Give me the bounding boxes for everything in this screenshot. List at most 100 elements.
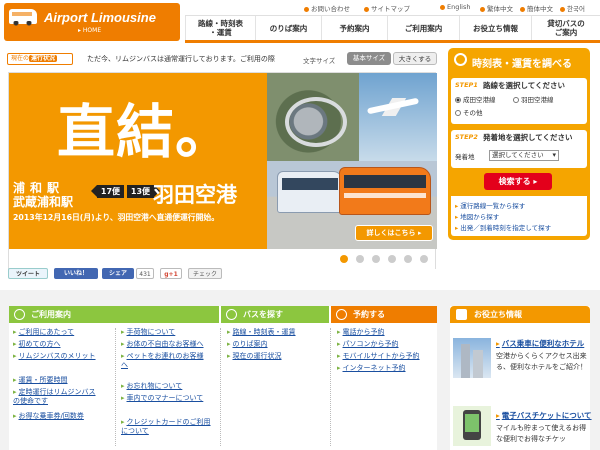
- e-ticket-link[interactable]: 電子バスチケットについて: [496, 410, 592, 421]
- status-prefix: 現在の: [11, 55, 30, 62]
- guide-item[interactable]: ペットをお連れのお客様 へ: [121, 352, 204, 370]
- reserve-item[interactable]: モバイルサイトから予約: [337, 352, 420, 361]
- font-size-basic-button[interactable]: 基本サイズ: [347, 52, 391, 65]
- useful-info-header: お役立ち情報: [450, 306, 590, 323]
- info-icon: [456, 309, 467, 320]
- reserve-item[interactable]: 電話から予約: [337, 328, 385, 337]
- guide-item[interactable]: クレジットカードのご利用 について: [121, 418, 211, 436]
- lang-ko-label: 한국어: [567, 5, 585, 13]
- column-divider: [330, 328, 331, 446]
- tweet-button[interactable]: ツイート: [8, 268, 48, 279]
- trip-count-2: 13便: [127, 185, 160, 198]
- radio-narita[interactable]: 成田空港線: [455, 94, 496, 104]
- column-divider: [220, 328, 221, 446]
- hero-date-note: 2013年12月16日(月)より、羽田空港へ直通便運行開始。: [13, 213, 219, 222]
- nav-useful-info[interactable]: お役立ち情報: [459, 16, 531, 40]
- facebook-share-button[interactable]: シェア: [102, 268, 134, 279]
- radio-haneda[interactable]: 羽田空港線: [513, 94, 554, 104]
- reserve-title: 予約する: [353, 310, 385, 319]
- link-map-search[interactable]: 地図から探す: [455, 211, 499, 221]
- guide-item[interactable]: 運賃・所要時間: [13, 376, 68, 385]
- slide-dot-2[interactable]: [356, 255, 364, 263]
- facebook-like-button[interactable]: いいね！: [54, 268, 98, 279]
- radio-other[interactable]: その他: [455, 107, 483, 117]
- link-time-search[interactable]: 出発／到着時刻を指定して探す: [455, 222, 551, 232]
- hotel-thumbnail[interactable]: [453, 338, 491, 378]
- link-route-list[interactable]: 運行路線一覧から探す: [455, 200, 525, 210]
- step1-box: STEP1 路線を選択してください 成田空港線 羽田空港線 その他: [451, 78, 587, 124]
- find-bus-item[interactable]: のりば案内: [227, 340, 268, 349]
- panel-links: 運行路線一覧から探す 地図から探す 出発／到着時刻を指定して探す: [451, 196, 587, 236]
- origin-line-1: 浦和駅: [13, 181, 65, 195]
- contact-link[interactable]: お問い合わせ: [304, 3, 350, 13]
- slide-dot-1[interactable]: [340, 255, 348, 263]
- origin-select[interactable]: 選択してください: [489, 150, 559, 161]
- mixi-check-button[interactable]: チェック: [188, 268, 222, 279]
- nav-charter-bus[interactable]: 貸切バスの ご案内: [531, 16, 600, 40]
- e-ticket-thumbnail[interactable]: [453, 406, 491, 446]
- lang-sc-label: 簡体中文: [527, 5, 553, 13]
- slide-dot-6[interactable]: [420, 255, 428, 263]
- lang-korean[interactable]: 한국어: [560, 3, 585, 13]
- radio-checked-icon: [455, 97, 461, 103]
- share-count: 431: [136, 268, 154, 279]
- nav-bus-stops[interactable]: のりば案内: [255, 16, 321, 40]
- useful-info-box: お役立ち情報 バス乗車に便利なホテル 空港からくらくアクセス出来る、便利なホテル…: [450, 306, 592, 450]
- guide-item[interactable]: ご利用にあたって: [13, 328, 75, 337]
- bullet-icon: [440, 4, 445, 10]
- clock-icon: [454, 53, 467, 66]
- guide-item[interactable]: リムジンバスのメリット: [13, 352, 96, 361]
- guide-item[interactable]: 初めての方へ: [13, 340, 61, 349]
- service-status-label[interactable]: 現在の 運行状況: [7, 53, 73, 65]
- site-logo[interactable]: Airport Limousine ▸ HOME: [4, 3, 180, 41]
- leaf-icon: [226, 309, 237, 320]
- guide-item[interactable]: 車内でのマナーについて: [121, 394, 204, 403]
- hero-destination: 羽田空港: [153, 183, 237, 207]
- reserve-item[interactable]: パソコンから予約: [337, 340, 399, 349]
- nav-reservation[interactable]: 予約案内: [321, 16, 387, 40]
- find-bus-header: バスを探す: [221, 306, 329, 323]
- lang-simplified-chinese[interactable]: 簡体中文: [520, 3, 553, 13]
- hero-banner[interactable]: 直結。 浦和駅 武蔵浦和駅 17便 13便 羽田空港 2013年12月16日(月…: [9, 73, 267, 249]
- lang-tc-label: 繁体中文: [487, 5, 513, 13]
- slide-dot-5[interactable]: [404, 255, 412, 263]
- bullet-icon: [520, 6, 525, 12]
- useful-info-title: お役立ち情報: [474, 310, 522, 319]
- slide-dot-3[interactable]: [372, 255, 380, 263]
- radio-narita-label: 成田空港線: [463, 96, 496, 104]
- bus-white-image: [277, 171, 343, 213]
- guide-item[interactable]: お体の不自由なお客様へ: [121, 340, 204, 349]
- contact-label: お問い合わせ: [311, 5, 350, 13]
- category-menu: ご利用案内 バスを探す 予約する ご利用にあたって 初めての方へ リムジンバスの…: [9, 306, 437, 450]
- hotel-link[interactable]: バス乗車に便利なホテル: [496, 338, 585, 349]
- radio-other-label: その他: [463, 109, 483, 117]
- lang-english[interactable]: English: [440, 3, 470, 11]
- google-plus-button[interactable]: g+1: [160, 268, 182, 279]
- slide-dot-4[interactable]: [388, 255, 396, 263]
- nav-usage-guide[interactable]: ご利用案内: [387, 16, 459, 40]
- hero-more-button[interactable]: 詳しくはこちら ▸: [355, 225, 433, 241]
- font-size-large-button[interactable]: 大きくする: [393, 52, 437, 65]
- find-bus-item[interactable]: 路線・時刻表・運賃: [227, 328, 296, 337]
- guide-item[interactable]: お忘れ物について: [121, 382, 183, 391]
- guide-item[interactable]: 手荷物について: [121, 328, 176, 337]
- sitemap-link[interactable]: サイトマップ: [364, 3, 410, 13]
- bus-icon: [9, 9, 37, 26]
- social-share-bar: ツイート いいね！ シェア 431 g+1 チェック: [8, 268, 438, 282]
- search-button[interactable]: 検索する ▸: [484, 173, 552, 190]
- reserve-header: 予約する: [331, 306, 437, 323]
- lang-traditional-chinese[interactable]: 繁体中文: [480, 3, 513, 13]
- nav-routes-timetable[interactable]: 路線・時刻表 ・運賃: [185, 16, 255, 40]
- bullet-icon: [304, 6, 309, 12]
- bullet-icon: [364, 6, 369, 12]
- timetable-search-panel: 時刻表・運賃を調べる STEP1 路線を選択してください 成田空港線 羽田空港線…: [448, 48, 590, 240]
- guide-item[interactable]: 定時運行はリムジンバス の使命です: [13, 388, 96, 406]
- column-divider: [115, 328, 116, 446]
- bullet-icon: [560, 6, 565, 12]
- e-ticket-description: マイルも貯まって使えるお得な便利でお得なチケッ: [496, 424, 587, 443]
- lang-english-label: English: [447, 3, 471, 11]
- guide-item[interactable]: お得な乗車券/回数券: [13, 412, 84, 421]
- reserve-item[interactable]: インターネット予約: [337, 364, 406, 373]
- step2-box: STEP2 発着地を選択してください 発着地 選択してください: [451, 130, 587, 168]
- find-bus-item[interactable]: 現在の運行状況: [227, 352, 282, 361]
